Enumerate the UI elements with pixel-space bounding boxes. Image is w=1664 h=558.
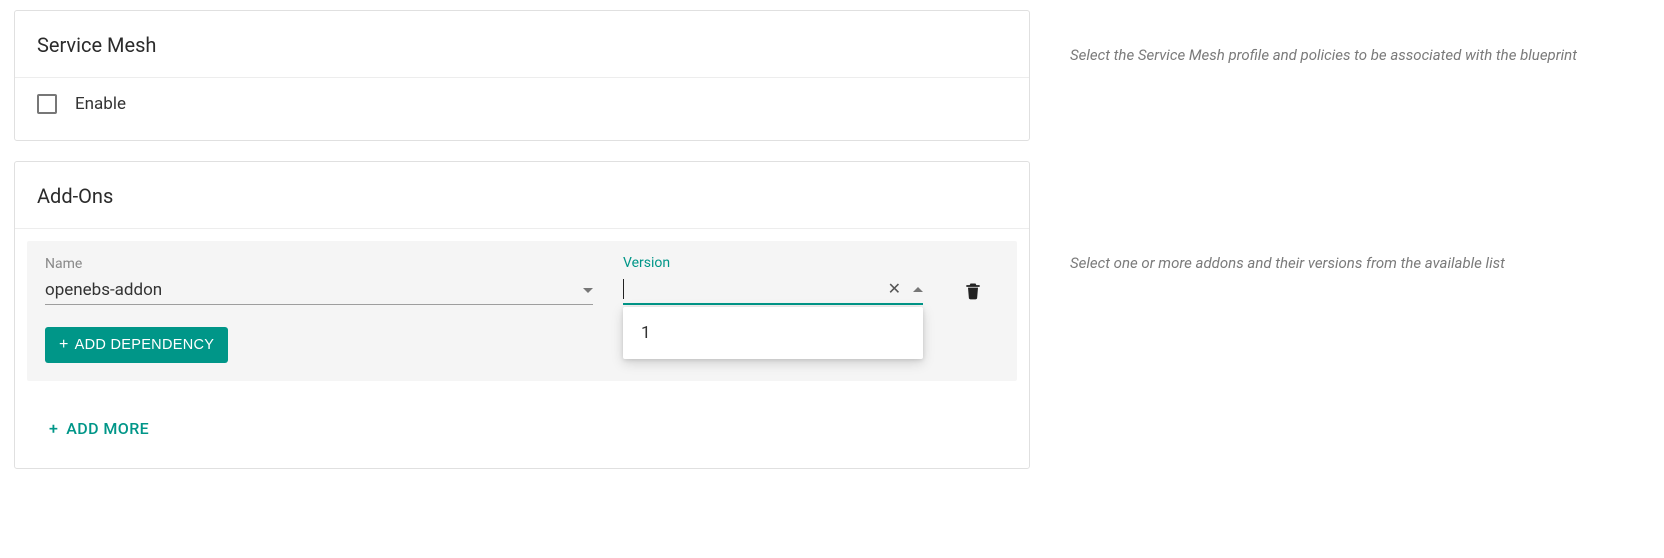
enable-row: Enable: [15, 78, 1029, 140]
name-label: Name: [45, 256, 593, 272]
text-cursor: [623, 279, 624, 299]
addon-name-select[interactable]: openebs-addon: [45, 276, 593, 305]
addon-version-select[interactable]: ✕: [623, 275, 923, 305]
addon-name-field: Name openebs-addon: [45, 256, 593, 305]
enable-checkbox[interactable]: [37, 94, 57, 114]
add-dependency-button[interactable]: + ADD DEPENDENCY: [45, 327, 228, 363]
service-mesh-title: Service Mesh: [15, 11, 1029, 78]
add-more-label: ADD MORE: [66, 419, 149, 438]
delete-addon-button[interactable]: [963, 281, 981, 301]
service-mesh-card: Service Mesh Enable: [14, 10, 1030, 141]
version-dropdown: 1: [623, 307, 923, 359]
addons-hint: Select one or more addons and their vers…: [1070, 254, 1650, 272]
add-dependency-label: ADD DEPENDENCY: [75, 337, 215, 353]
version-option[interactable]: 1: [623, 307, 923, 359]
enable-label: Enable: [75, 94, 126, 114]
addon-row: Name openebs-addon Version ✕: [27, 241, 1017, 381]
addon-version-field: Version ✕ 1: [623, 255, 923, 305]
clear-icon[interactable]: ✕: [888, 281, 901, 297]
plus-icon: +: [49, 421, 58, 437]
chevron-down-icon: [583, 288, 593, 293]
addons-card: Add-Ons Name openebs-addon Version: [14, 161, 1030, 469]
trash-icon: [963, 281, 983, 301]
plus-icon: +: [59, 337, 69, 353]
addons-title: Add-Ons: [15, 162, 1029, 229]
addon-name-value: openebs-addon: [45, 280, 162, 300]
chevron-up-icon: [913, 287, 923, 292]
service-mesh-hint: Select the Service Mesh profile and poli…: [1070, 46, 1650, 64]
version-label: Version: [623, 255, 923, 271]
add-more-button[interactable]: + ADD MORE: [27, 381, 149, 456]
